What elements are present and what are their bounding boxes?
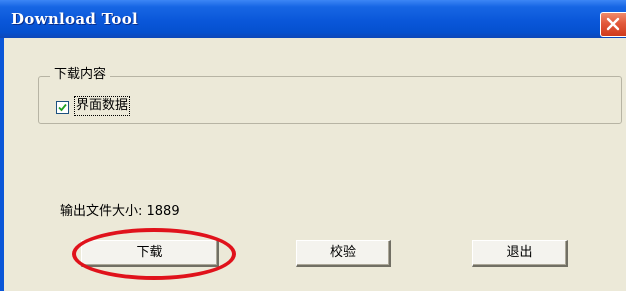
group-title: 下载内容	[50, 66, 111, 84]
dialog-client-area: 下载内容 界面数据 输出文件大小: 1889 下载 校验 退出	[4, 38, 626, 291]
ui-data-checkbox-label[interactable]: 界面数据	[73, 96, 131, 116]
title-bar[interactable]: Download Tool	[0, 0, 626, 38]
download-button[interactable]: 下载	[81, 240, 219, 267]
window-title: Download Tool	[11, 10, 139, 28]
close-button[interactable]	[600, 12, 626, 37]
ui-data-checkbox[interactable]	[56, 101, 69, 114]
output-file-size-label: 输出文件大小: 1889	[60, 204, 180, 219]
exit-button[interactable]: 退出	[472, 240, 568, 267]
verify-button[interactable]: 校验	[296, 240, 391, 267]
download-tool-window: Download Tool 下载内容 界面数据 输出文件大小: 1889 下载 …	[0, 0, 626, 291]
